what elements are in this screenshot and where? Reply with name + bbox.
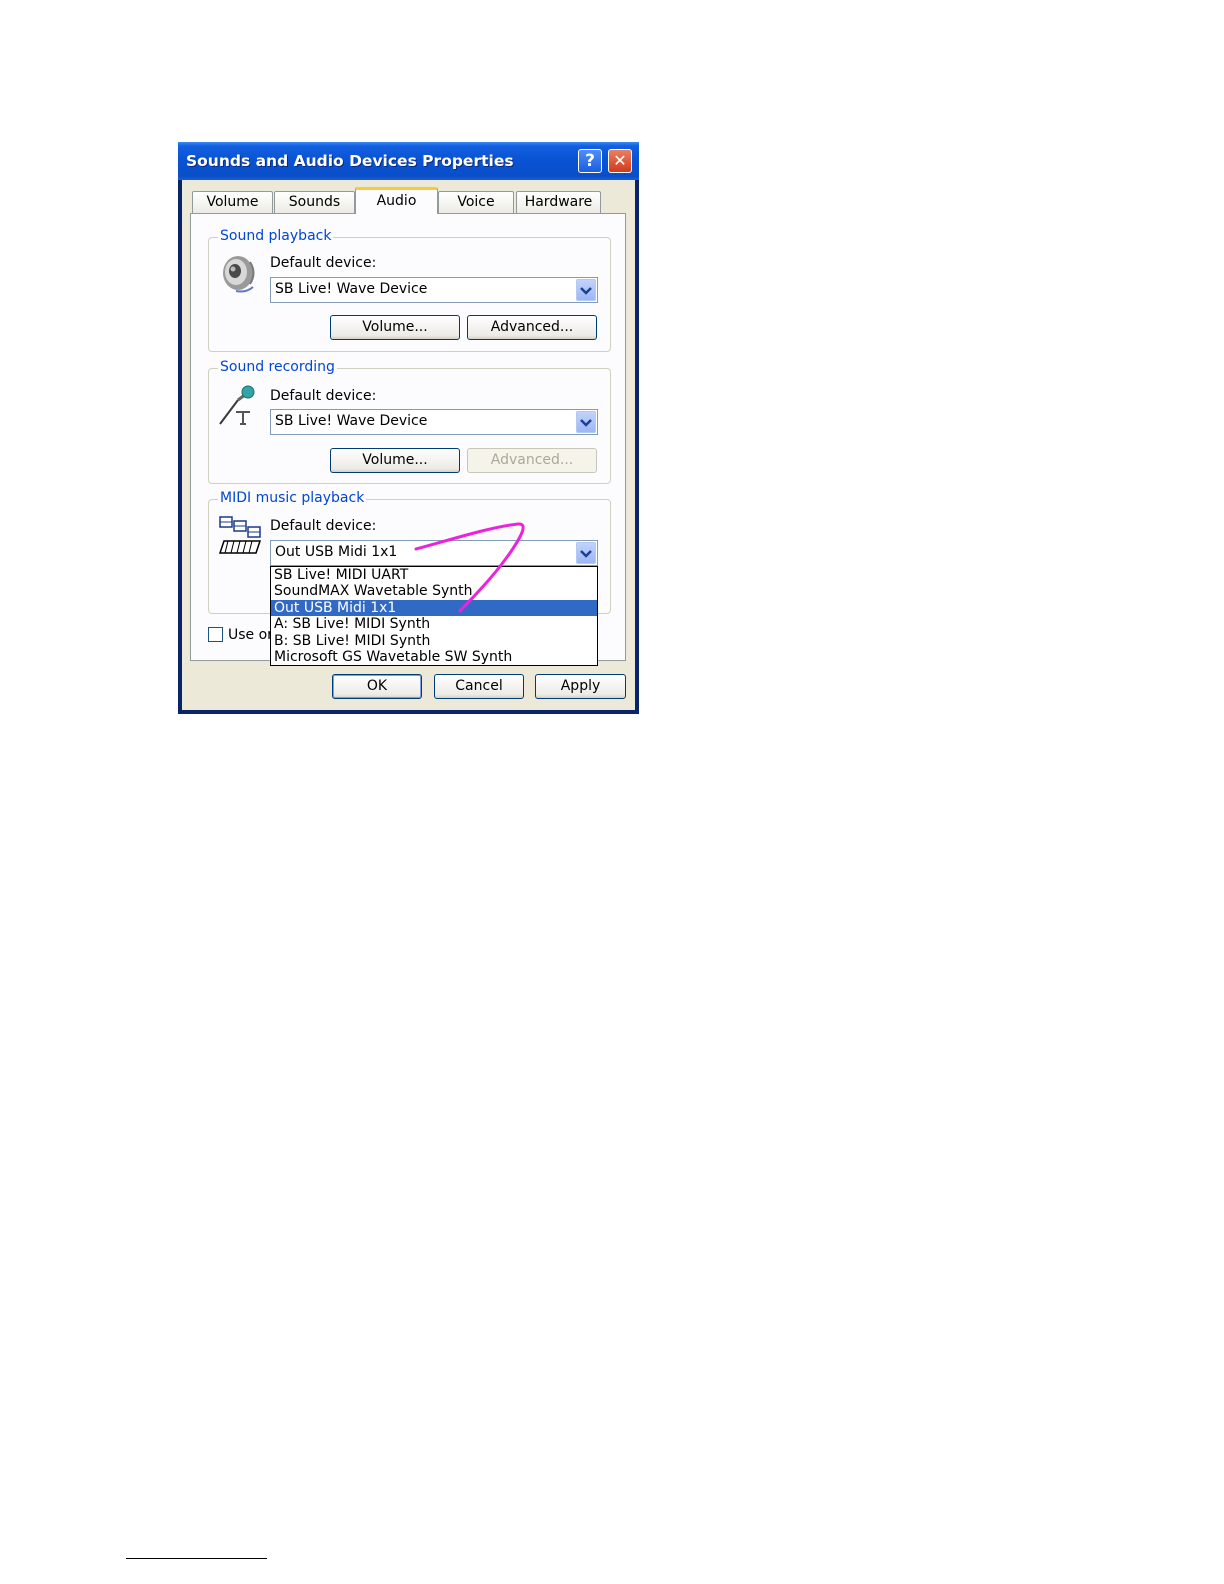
tab-sounds[interactable]: Sounds — [274, 191, 355, 213]
midi-device-dropdown-list[interactable]: SB Live! MIDI UART SoundMAX Wavetable Sy… — [270, 566, 598, 666]
chevron-down-icon[interactable] — [576, 279, 596, 301]
close-button[interactable]: ✕ — [608, 149, 632, 173]
chevron-down-icon[interactable] — [576, 542, 596, 564]
playback-advanced-button[interactable]: Advanced... — [467, 315, 597, 340]
playback-default-device-label: Default device: — [270, 255, 377, 271]
recording-default-device-label: Default device: — [270, 388, 377, 404]
dropdown-option[interactable]: SB Live! MIDI UART — [271, 567, 597, 583]
dropdown-option[interactable]: Microsoft GS Wavetable SW Synth — [271, 649, 597, 665]
speaker-icon — [223, 256, 255, 293]
sound-playback-legend: Sound playback — [218, 228, 334, 244]
ok-button[interactable]: OK — [332, 674, 422, 699]
midi-device-value: Out USB Midi 1x1 — [275, 544, 398, 560]
recording-device-value: SB Live! Wave Device — [275, 413, 428, 429]
midi-playback-legend: MIDI music playback — [218, 490, 367, 506]
tab-hardware[interactable]: Hardware — [516, 191, 601, 213]
use-only-checkbox-label: Use or — [228, 627, 273, 643]
apply-button[interactable]: Apply — [535, 674, 626, 699]
title-bar[interactable]: Sounds and Audio Devices Properties ? ✕ — [178, 142, 639, 180]
midi-default-device-label: Default device: — [270, 518, 377, 534]
dropdown-option[interactable]: A: SB Live! MIDI Synth — [271, 616, 597, 632]
window-title: Sounds and Audio Devices Properties — [186, 152, 514, 170]
chevron-down-icon[interactable] — [576, 411, 596, 433]
tab-voice[interactable]: Voice — [438, 191, 514, 213]
sound-recording-legend: Sound recording — [218, 359, 337, 375]
use-only-checkbox[interactable] — [208, 627, 223, 642]
help-button[interactable]: ? — [578, 149, 602, 173]
cancel-button[interactable]: Cancel — [434, 674, 524, 699]
playback-device-select[interactable]: SB Live! Wave Device — [270, 277, 598, 303]
footnote-separator — [126, 1558, 267, 1559]
dropdown-option[interactable]: SoundMAX Wavetable Synth — [271, 583, 597, 599]
playback-device-value: SB Live! Wave Device — [275, 281, 428, 297]
tab-volume[interactable]: Volume — [192, 191, 273, 213]
recording-volume-button[interactable]: Volume... — [330, 448, 460, 473]
recording-advanced-button: Advanced... — [467, 448, 597, 473]
playback-volume-button[interactable]: Volume... — [330, 315, 460, 340]
midi-keyboard-icon — [218, 516, 262, 554]
microphone-icon — [219, 385, 255, 425]
recording-device-select[interactable]: SB Live! Wave Device — [270, 409, 598, 435]
midi-device-select[interactable]: Out USB Midi 1x1 — [270, 540, 598, 566]
dropdown-option[interactable]: B: SB Live! MIDI Synth — [271, 633, 597, 649]
dropdown-option-selected[interactable]: Out USB Midi 1x1 — [271, 599, 597, 617]
tab-audio[interactable]: Audio — [355, 187, 438, 214]
